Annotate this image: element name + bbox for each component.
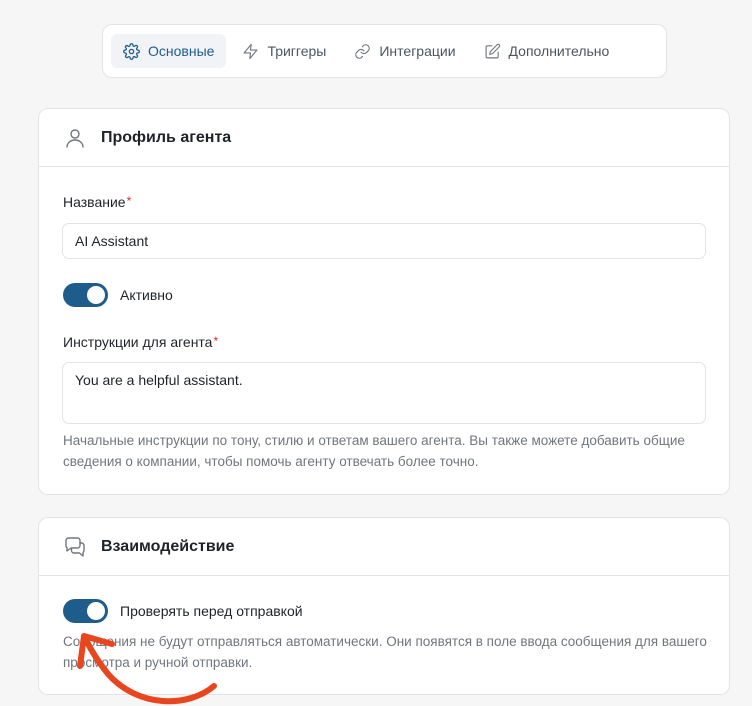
instructions-label: Инструкции для агента* (63, 334, 219, 350)
active-toggle[interactable] (63, 283, 108, 307)
chat-bubbles-icon (65, 536, 85, 557)
review-help-text: Сообщения не будут отправляться автомати… (63, 634, 707, 670)
tab-basic[interactable]: Основные (111, 34, 227, 68)
review-before-send-toggle[interactable] (63, 599, 108, 623)
tab-advanced[interactable]: Дополнительно (472, 34, 622, 68)
tab-triggers[interactable]: Триггеры (230, 34, 338, 68)
interaction-card: Взаимодействие Проверять перед отправкой… (38, 517, 730, 695)
tab-label: Триггеры (267, 43, 327, 59)
gear-icon (123, 42, 140, 60)
name-input[interactable] (62, 223, 706, 259)
card-title: Взаимодействие (101, 537, 235, 555)
active-label: Активно (120, 287, 173, 303)
agent-profile-card: Профиль агента Название* Активно Инструк… (38, 108, 730, 495)
instructions-textarea[interactable]: You are a helpful assistant. (62, 362, 706, 424)
card-header: Взаимодействие (39, 518, 729, 576)
user-icon (66, 128, 84, 148)
required-mark: * (213, 334, 219, 348)
tab-label: Дополнительно (508, 43, 610, 59)
required-mark: * (126, 194, 132, 208)
link-icon (355, 43, 371, 59)
instructions-help-text: Начальные инструкции по тону, стилю и от… (63, 433, 685, 469)
review-label: Проверять перед отправкой (120, 603, 303, 619)
card-header: Профиль агента (39, 109, 729, 167)
tab-label: Основные (148, 43, 215, 59)
tab-integrations[interactable]: Интеграции (342, 34, 467, 68)
lightning-icon (243, 43, 258, 59)
settings-tabs: Основные Триггеры Интеграции Дополнитель… (102, 24, 667, 78)
review-toggle-row: Проверять перед отправкой (63, 599, 303, 623)
name-label: Название* (63, 194, 132, 210)
card-title: Профиль агента (101, 128, 232, 146)
active-toggle-row: Активно (63, 283, 173, 307)
edit-icon (485, 43, 500, 58)
tab-label: Интеграции (379, 43, 456, 59)
